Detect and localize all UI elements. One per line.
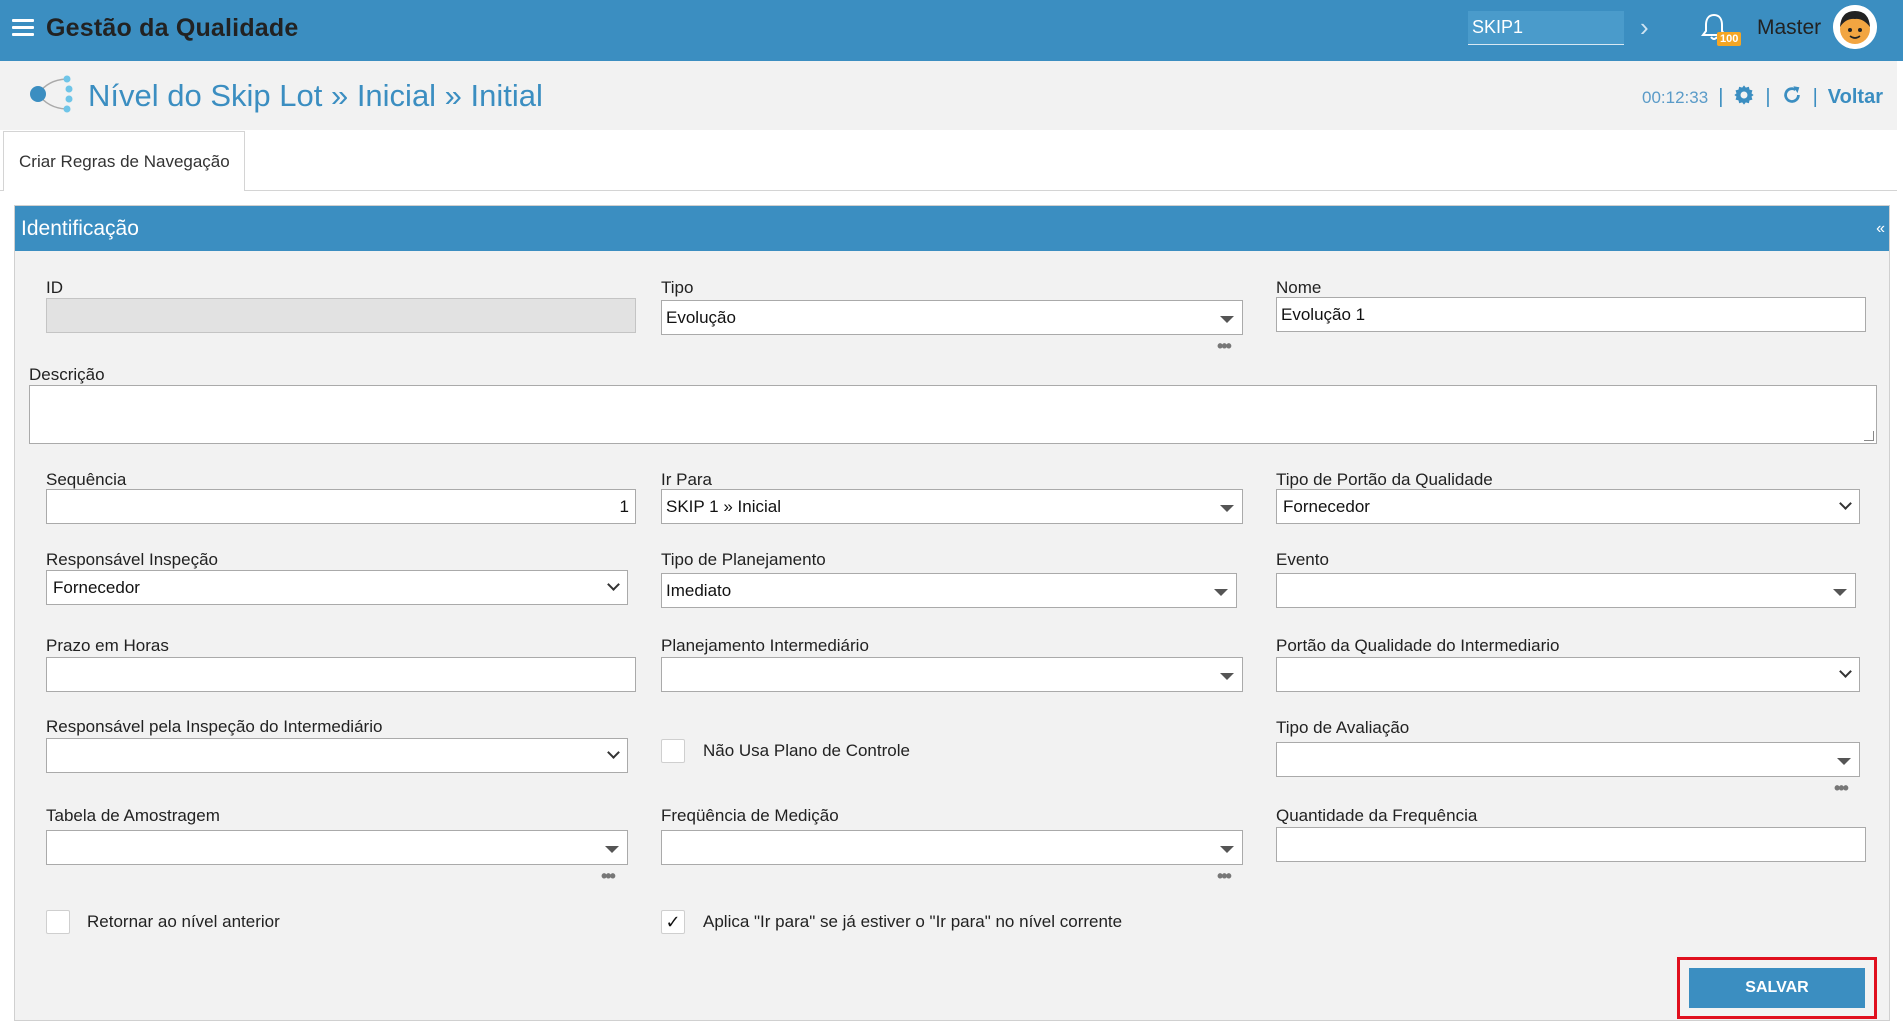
chevron-down-icon xyxy=(1839,497,1852,510)
chevron-right-icon[interactable]: › xyxy=(1640,12,1649,43)
chevron-down-icon xyxy=(1839,665,1852,678)
resp-inspecao-select[interactable]: Fornecedor xyxy=(46,570,628,605)
back-link[interactable]: Voltar xyxy=(1828,86,1883,109)
more-icon[interactable]: ••• xyxy=(1217,336,1232,357)
header-actions: 00:12:33 | | | Voltar xyxy=(1642,84,1883,111)
save-button[interactable]: SALVAR xyxy=(1689,968,1865,1008)
caret-down-icon xyxy=(1220,846,1234,853)
caret-down-icon xyxy=(605,846,619,853)
tipo-portao-select[interactable]: Fornecedor xyxy=(1276,489,1860,524)
avatar[interactable] xyxy=(1833,5,1877,49)
qtd-frequencia-field[interactable] xyxy=(1276,827,1866,862)
descricao-label: Descrição xyxy=(29,365,105,384)
tipo-avaliacao-label: Tipo de Avaliação xyxy=(1276,718,1410,737)
plan-intermediario-label: Planejamento Intermediário xyxy=(661,636,869,655)
sequencia-field[interactable]: 1 xyxy=(46,489,636,524)
resp-intermediario-label: Responsável pela Inspeção do Intermediár… xyxy=(46,717,383,736)
nao-usa-plano-checkbox[interactable] xyxy=(661,739,685,763)
sequencia-label: Sequência xyxy=(46,470,127,489)
aplica-ir-para-label: Aplica "Ir para" se já estiver o "Ir par… xyxy=(703,912,1123,931)
collapse-icon[interactable]: « xyxy=(1876,220,1885,238)
nome-field[interactable]: Evolução 1 xyxy=(1276,297,1866,332)
retornar-nivel-label: Retornar ao nível anterior xyxy=(87,912,280,931)
caret-down-icon xyxy=(1220,505,1234,512)
tipo-portao-value: Fornecedor xyxy=(1283,497,1370,516)
tabela-amostragem-select[interactable] xyxy=(46,830,628,865)
tabela-amostragem-label: Tabela de Amostragem xyxy=(46,806,220,825)
frequencia-medicao-select[interactable] xyxy=(661,830,1243,865)
menu-icon[interactable] xyxy=(12,19,34,37)
tipo-avaliacao-select[interactable] xyxy=(1276,742,1860,777)
caret-down-icon xyxy=(1220,673,1234,680)
aplica-ir-para-checkbox[interactable]: ✓ xyxy=(661,910,685,934)
resp-inspecao-label: Responsável Inspeção xyxy=(46,550,219,569)
ir-para-value: SKIP 1 » Inicial xyxy=(666,497,781,516)
tipo-select[interactable]: Evolução xyxy=(661,300,1243,335)
session-timer: 00:12:33 xyxy=(1642,87,1709,107)
prazo-horas-label: Prazo em Horas xyxy=(46,636,169,655)
tab-navigation-rules[interactable]: Criar Regras de Navegação xyxy=(3,131,245,191)
scrollbar[interactable] xyxy=(1897,61,1903,1024)
id-label: ID xyxy=(46,278,63,297)
notification-badge: 100 xyxy=(1717,32,1742,46)
tab-underline xyxy=(0,190,1900,191)
tipo-value: Evolução xyxy=(666,308,736,327)
more-icon[interactable]: ••• xyxy=(1217,866,1232,887)
nao-usa-plano-label: Não Usa Plano de Controle xyxy=(703,741,910,760)
section-header[interactable]: Identificação xyxy=(15,206,1889,251)
search-input[interactable]: SKIP1 xyxy=(1468,11,1624,45)
gear-icon[interactable] xyxy=(1733,84,1755,111)
page-title: Nível do Skip Lot » Inicial » Initial xyxy=(88,78,543,113)
divider: | xyxy=(1718,86,1724,108)
chevron-down-icon xyxy=(607,746,620,759)
tipo-planejamento-value: Imediato xyxy=(666,581,732,600)
tipo-planejamento-label: Tipo de Planejamento xyxy=(661,550,826,569)
evento-select[interactable] xyxy=(1276,573,1856,608)
caret-down-icon xyxy=(1833,589,1847,596)
divider: | xyxy=(1812,86,1818,108)
tipo-planejamento-select[interactable]: Imediato xyxy=(661,573,1237,608)
tipo-label: Tipo xyxy=(661,278,694,297)
hierarchy-icon xyxy=(26,72,76,122)
refresh-icon[interactable] xyxy=(1781,84,1803,111)
retornar-nivel-checkbox[interactable] xyxy=(46,910,70,934)
caret-down-icon xyxy=(1837,758,1851,765)
more-icon[interactable]: ••• xyxy=(1834,778,1849,799)
portao-intermediario-select[interactable] xyxy=(1276,657,1860,692)
divider: | xyxy=(1765,86,1771,108)
app-title: Gestão da Qualidade xyxy=(46,14,299,42)
descricao-textarea[interactable] xyxy=(29,385,1877,444)
qtd-frequencia-label: Quantidade da Frequência xyxy=(1276,806,1478,825)
resp-inspecao-value: Fornecedor xyxy=(53,578,140,597)
caret-down-icon xyxy=(1220,316,1234,323)
frequencia-medicao-label: Freqüência de Medição xyxy=(661,806,839,825)
ir-para-select[interactable]: SKIP 1 » Inicial xyxy=(661,489,1243,524)
evento-label: Evento xyxy=(1276,550,1329,569)
chevron-down-icon xyxy=(607,578,620,591)
nome-label: Nome xyxy=(1276,278,1322,297)
id-field xyxy=(46,298,636,333)
caret-down-icon xyxy=(1214,589,1228,596)
resize-handle[interactable] xyxy=(1864,431,1874,441)
plan-intermediario-select[interactable] xyxy=(661,657,1243,692)
ir-para-label: Ir Para xyxy=(661,470,713,489)
more-icon[interactable]: ••• xyxy=(601,866,616,887)
resp-intermediario-select[interactable] xyxy=(46,738,628,773)
user-name[interactable]: Master xyxy=(1757,16,1821,40)
portao-intermediario-label: Portão da Qualidade do Intermediario xyxy=(1276,636,1560,655)
prazo-horas-field[interactable] xyxy=(46,657,636,692)
tipo-portao-label: Tipo de Portão da Qualidade xyxy=(1276,470,1493,489)
